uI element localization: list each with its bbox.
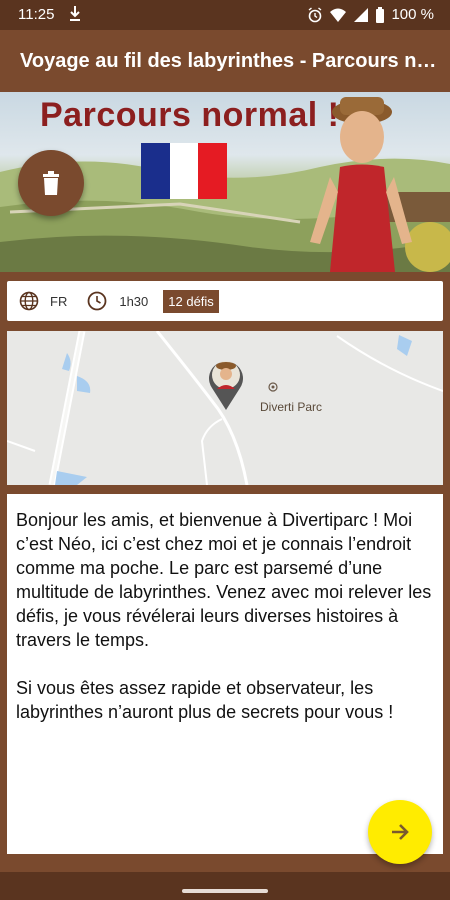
map-place-label[interactable]: Diverti Parc bbox=[260, 400, 322, 414]
description-text: Bonjour les amis, et bienvenue à Diverti… bbox=[16, 510, 432, 722]
banner-heading: Parcours normal ! bbox=[40, 96, 340, 134]
download-icon bbox=[70, 6, 80, 21]
poi-icon bbox=[268, 382, 278, 392]
system-nav-bar bbox=[0, 872, 450, 900]
status-icons: 100 % bbox=[307, 6, 434, 23]
route-info-bar: FR 1h30 12 défis bbox=[7, 281, 443, 321]
flag-stripe-red bbox=[198, 143, 228, 199]
france-flag bbox=[141, 143, 228, 199]
wifi-icon bbox=[330, 8, 347, 22]
arrow-right-icon bbox=[392, 824, 409, 840]
alarm-icon bbox=[309, 6, 322, 22]
next-button[interactable] bbox=[368, 800, 432, 864]
route-map[interactable]: Diverti Parc bbox=[7, 331, 443, 485]
status-bar: 11:25 100 % bbox=[0, 0, 450, 30]
avatar-pin-icon[interactable] bbox=[205, 355, 247, 411]
flag-stripe-white bbox=[169, 143, 199, 199]
duration-info: 1h30 bbox=[87, 291, 148, 311]
status-time: 11:25 bbox=[18, 6, 55, 23]
clock-icon bbox=[87, 291, 107, 311]
battery-icon bbox=[376, 6, 385, 23]
app-bar: Voyage au fil des labyrinthes - Parcours… bbox=[0, 30, 450, 92]
signal-icon bbox=[354, 7, 369, 22]
neo-character-illustration bbox=[310, 97, 412, 272]
globe-icon bbox=[19, 291, 39, 311]
language-label: FR bbox=[50, 293, 68, 309]
challenges-info: 12 défis bbox=[163, 289, 219, 313]
home-gesture-handle[interactable] bbox=[182, 889, 268, 893]
language-info: FR bbox=[19, 291, 67, 311]
battery-level: 100 % bbox=[391, 6, 434, 23]
challenges-badge: 12 défis bbox=[163, 289, 219, 313]
trash-icon bbox=[43, 171, 59, 195]
duration-label: 1h30 bbox=[119, 293, 149, 309]
flag-stripe-blue bbox=[141, 143, 170, 199]
page-title: Voyage au fil des labyrinthes - Parcours… bbox=[20, 50, 440, 72]
description-card: Bonjour les amis, et bienvenue à Diverti… bbox=[7, 494, 443, 854]
delete-button[interactable] bbox=[18, 150, 84, 216]
